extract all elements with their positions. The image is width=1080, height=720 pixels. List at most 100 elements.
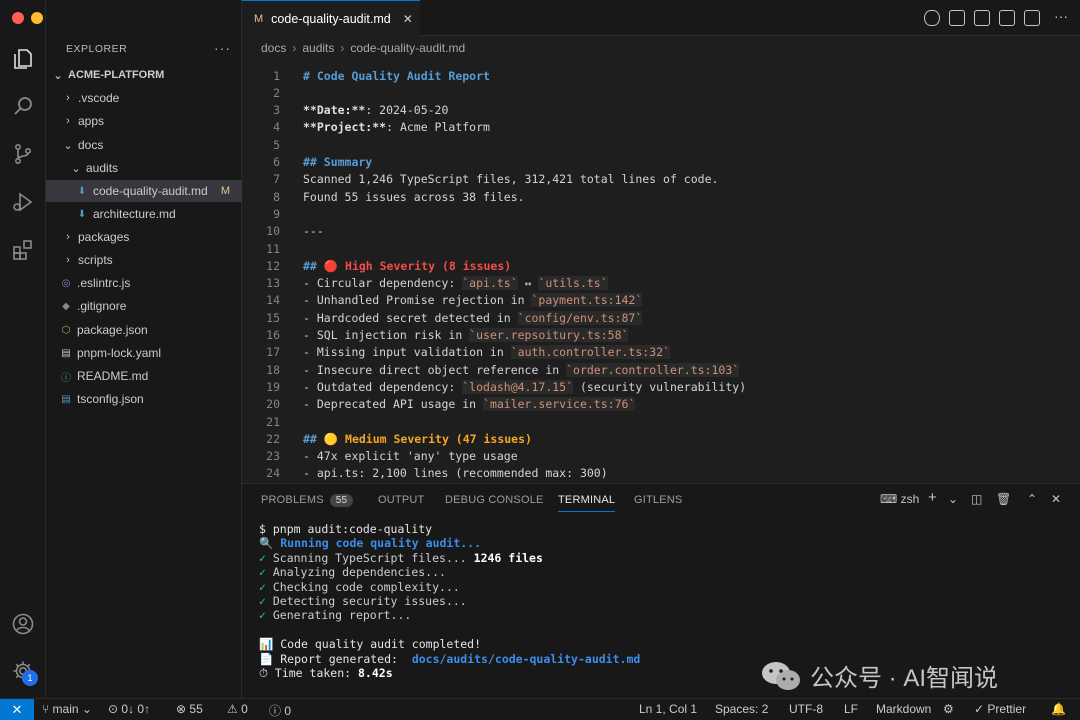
tree-item-label: .gitignore (77, 299, 127, 313)
explorer-more-actions[interactable]: ··· (214, 40, 231, 56)
split-terminal-icon[interactable]: ◫ (971, 492, 982, 506)
terminal-line: ⏱ Time taken: 8.42s (259, 666, 393, 681)
terminal-prefix: 🔍 (259, 536, 281, 551)
gitignore-file-icon: ◆ (62, 300, 70, 312)
encoding[interactable]: UTF-8 (789, 702, 823, 716)
line-number: 13 (266, 276, 280, 291)
terminal-text: Generating report... (272, 608, 412, 623)
warnings-status[interactable]: ⚠ 0 (227, 702, 248, 716)
tree-item-label: .vscode (78, 91, 120, 105)
minimize-window-button[interactable] (31, 12, 43, 24)
settings-badge: 1 (22, 670, 38, 686)
tree-item-label: package.json (77, 323, 148, 337)
tree-folder-vscode[interactable]: › .vscode (46, 87, 242, 109)
terminal-prefix: ✓ (259, 565, 273, 580)
line-number: 7 (273, 172, 280, 187)
more-actions-icon[interactable]: ··· (1054, 8, 1068, 24)
tree-file-pnpm-lock[interactable]: ▤ pnpm-lock.yaml (46, 342, 242, 364)
chevron-right-icon: › (66, 254, 70, 266)
terminal-shell-selector[interactable]: ⌨ zsh (880, 492, 919, 506)
report-path-link[interactable]: docs/audits/code-quality-audit.md (412, 652, 640, 666)
tree-item-label: pnpm-lock.yaml (77, 346, 162, 360)
indentation[interactable]: Spaces: 2 (715, 702, 768, 716)
tree-file-gitignore[interactable]: ◆ .gitignore (46, 295, 242, 317)
end-of-line[interactable]: LF (844, 702, 858, 716)
terminal-text: Code quality audit completed! (280, 637, 482, 652)
chevron-down-icon[interactable]: ⌄ (948, 492, 958, 506)
terminal-line: 🔍 Running code quality audit... (259, 536, 481, 550)
line-text: **Date:**: 2024-05-20 (303, 103, 449, 118)
tree-folder-apps[interactable]: › apps (46, 110, 242, 132)
workspace-root[interactable]: ⌄ ACME-PLATFORM (46, 64, 242, 86)
close-tab-icon[interactable]: ✕ (403, 12, 413, 26)
problems-count-badge: 55 (329, 494, 354, 507)
wechat-logo-icon (762, 661, 800, 690)
eslint-file-icon: ◎ (61, 277, 71, 289)
tab-terminal[interactable]: TERMINAL (558, 494, 616, 512)
source-control-icon[interactable] (10, 141, 36, 167)
terminal-line: ✓ Checking code complexity... (259, 580, 460, 594)
git-branch[interactable]: ⑂ main ⌄ (42, 702, 92, 716)
preview-icon[interactable] (924, 10, 940, 26)
new-terminal-icon[interactable]: + (928, 489, 937, 506)
split-editor-icon[interactable] (1024, 10, 1040, 26)
terminal-line: ✓ Generating report... (259, 608, 411, 622)
info-icon: ⓘ (269, 704, 282, 718)
trash-icon[interactable]: 🗑 (996, 492, 1011, 506)
tree-folder-audits[interactable]: ⌄ audits (46, 157, 242, 179)
tree-file-code-quality-audit[interactable]: ⬇ code-quality-audit.md M (46, 180, 242, 202)
language-mode[interactable]: Markdown (876, 702, 931, 716)
tree-folder-docs[interactable]: ⌄ docs (46, 134, 242, 156)
chevron-right-icon: › (66, 115, 70, 127)
accounts-icon[interactable] (10, 611, 36, 637)
terminal-line: ✓ Detecting security issues... (259, 594, 467, 608)
info-status[interactable]: ⓘ 0 (269, 702, 291, 719)
cursor-position[interactable]: Ln 1, Col 1 (639, 702, 697, 716)
breadcrumb-item[interactable]: audits (302, 41, 334, 55)
line-number: 6 (273, 155, 280, 169)
tree-file-tsconfig[interactable]: ▤ tsconfig.json (46, 388, 242, 410)
extensions-icon[interactable] (10, 237, 36, 263)
remote-indicator-icon[interactable]: ✕ (0, 699, 34, 720)
branch-name: main (52, 702, 79, 716)
copilot-icon[interactable]: ⚙ (943, 702, 954, 716)
tab-problems[interactable]: PROBLEMS 55 (261, 494, 354, 507)
search-icon[interactable] (10, 93, 36, 119)
code-editor[interactable]: 1 # Code Quality Audit Report 2 3 **Date:**:… (242, 60, 1080, 482)
line-text: - Hardcoded secret detected in `config/e… (303, 310, 643, 325)
tree-folder-packages[interactable]: › packages (46, 226, 242, 248)
line-number: 17 (266, 345, 280, 360)
breadcrumb-item[interactable]: docs (261, 41, 286, 55)
tab-code-quality-audit[interactable]: M code-quality-audit.md ✕ (242, 0, 420, 36)
tree-file-package-json[interactable]: ⬡ package.json (46, 319, 242, 341)
open-preview-icon[interactable] (999, 10, 1015, 26)
tree-file-architecture[interactable]: ⬇ architecture.md (46, 203, 242, 225)
breadcrumb-item[interactable]: code-quality-audit.md (350, 41, 465, 55)
close-panel-icon[interactable]: ✕ (1051, 492, 1061, 506)
tab-gitlens[interactable]: GITLENS (634, 494, 682, 506)
line-text: ## 🟡 Medium Severity (47 issues) (303, 431, 532, 446)
breadcrumb-separator-icon: › (340, 41, 345, 55)
tab-output[interactable]: OUTPUT (378, 494, 424, 506)
sync-status: 0↓ 0↑ (121, 702, 151, 716)
close-window-button[interactable] (12, 12, 24, 24)
git-sync[interactable]: ⊙ 0↓ 0↑ (108, 702, 150, 716)
line-number: 24 (266, 466, 280, 481)
tab-debug-console[interactable]: DEBUG CONSOLE (445, 494, 544, 506)
compare-icon[interactable] (974, 10, 990, 26)
problems-status[interactable]: ⊗ 55 (176, 702, 203, 716)
tree-file-readme[interactable]: ⓘ README.md (46, 365, 242, 387)
terminal-text: Running code quality audit... (280, 536, 482, 551)
explorer-icon[interactable] (10, 46, 36, 72)
warning-icon: ⚠ (227, 702, 238, 716)
tree-folder-scripts[interactable]: › scripts (46, 249, 242, 271)
notifications-icon[interactable]: 🔔 (1051, 702, 1066, 716)
line-text: - 47x explicit 'any' type usage (303, 449, 518, 464)
maximize-panel-icon[interactable]: ⌃ (1027, 492, 1037, 506)
line-number: 9 (273, 206, 280, 221)
terminal-prefix: ✓ (259, 594, 273, 608)
run-debug-icon[interactable] (10, 189, 36, 215)
prettier-status[interactable]: ✓ Prettier (974, 702, 1026, 716)
timeline-icon[interactable] (949, 10, 965, 26)
tree-file-eslintrc[interactable]: ◎ .eslintrc.js (46, 272, 242, 294)
